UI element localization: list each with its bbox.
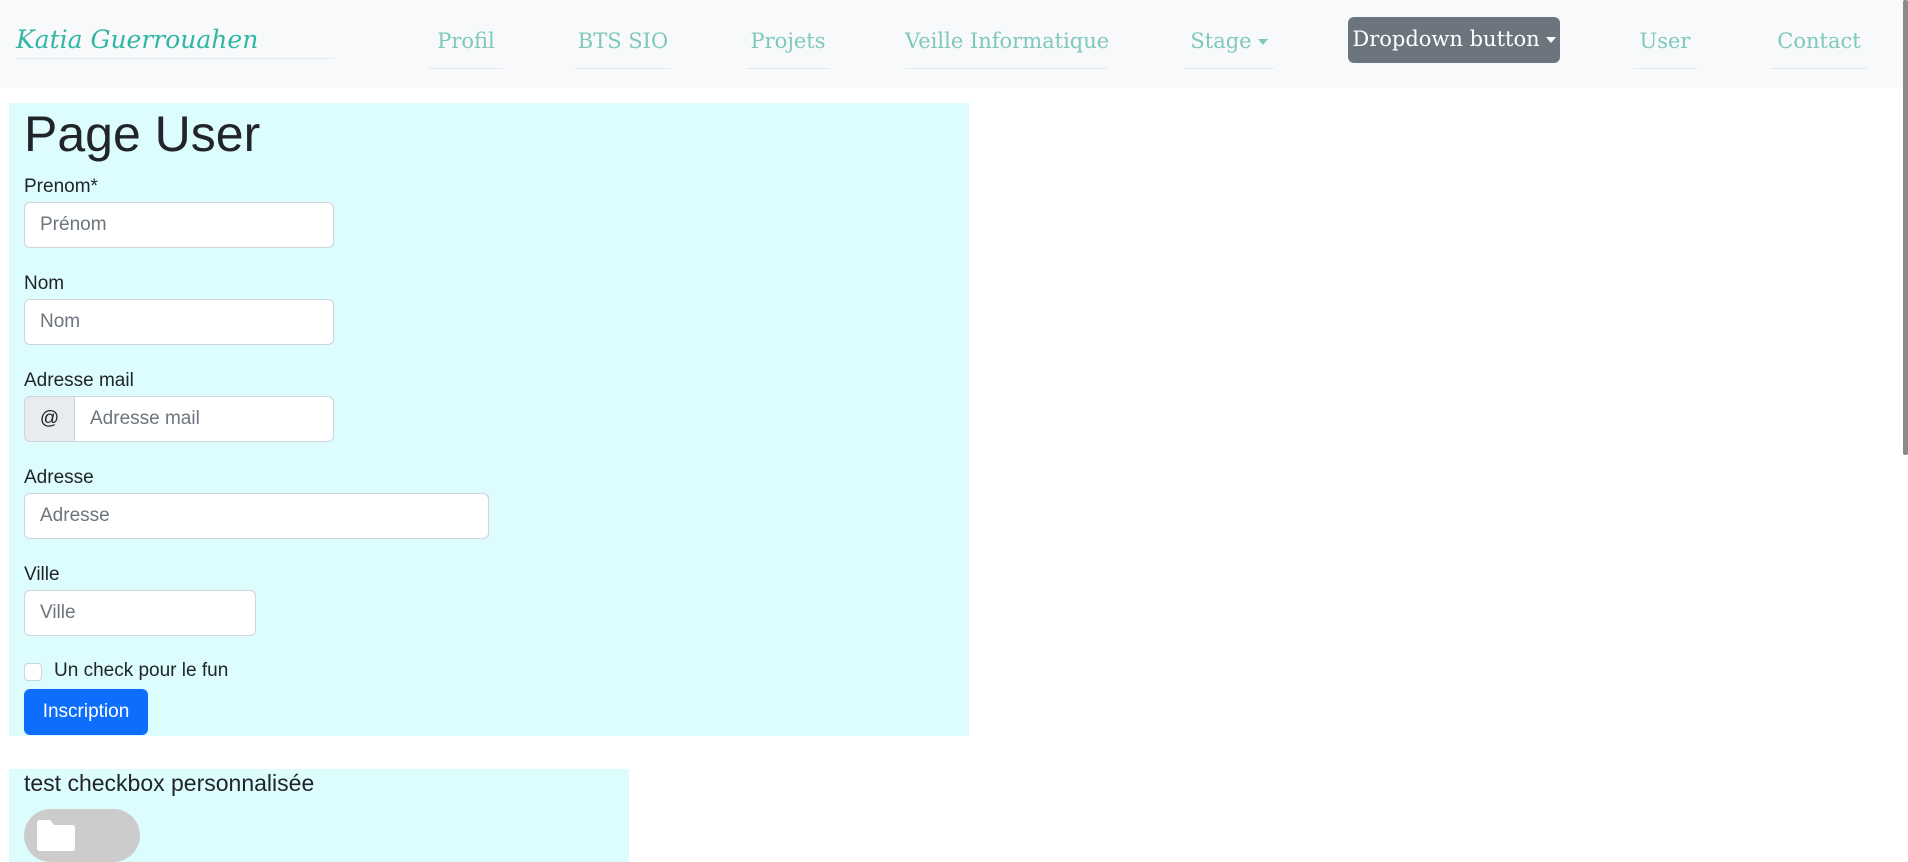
inscription-button[interactable]: Inscription [24,689,148,735]
page-title: Page User [24,106,261,162]
brand-link[interactable]: Katia Guerrouahen [16,22,334,59]
nav-link-profil[interactable]: Profil [429,26,503,69]
nav-link-bts-sio[interactable]: BTS SIO [575,26,671,69]
nav-link-label: Projets [750,29,826,53]
prenom-input[interactable] [24,202,334,248]
page-scrollbar[interactable] [1903,0,1908,455]
prenom-label: Prenom* [24,176,98,197]
adresse-input[interactable] [24,493,489,539]
nav-link-label: Veille Informatique [905,29,1110,53]
nav-link-veille-informatique[interactable]: Veille Informatique [905,26,1110,69]
fun-checkbox[interactable] [24,663,42,681]
nav-link-label: User [1639,29,1691,53]
custom-checkbox-title: test checkbox personnalisée [24,770,315,796]
ville-label: Ville [24,564,60,585]
email-input[interactable] [74,396,334,442]
nav-link-projets[interactable]: Projets [746,26,830,69]
nav-link-label: Contact [1777,29,1861,53]
folder-icon [37,820,75,851]
caret-down-icon [1545,37,1556,43]
nav-link-label: Profil [437,29,495,53]
adresse-label: Adresse [24,467,94,488]
email-label: Adresse mail [24,370,134,391]
navbar: Katia Guerrouahen Profil BTS SIO Projets… [0,0,1908,88]
nav-link-label: Stage [1190,29,1252,53]
nom-input[interactable] [24,299,334,345]
fun-checkbox-label: Un check pour le fun [54,660,229,681]
dropdown-button[interactable]: Dropdown button [1348,17,1560,63]
caret-down-icon [1257,39,1268,45]
nav-link-contact[interactable]: Contact [1771,26,1867,69]
nom-label: Nom [24,273,65,294]
dropdown-button-label: Dropdown button [1352,27,1540,51]
nav-link-stage-dropdown[interactable]: Stage [1184,26,1274,69]
nav-link-label: BTS SIO [577,29,669,53]
nav-link-user[interactable]: User [1633,26,1697,69]
email-at-addon: @ [24,396,74,442]
ville-input[interactable] [24,590,256,636]
